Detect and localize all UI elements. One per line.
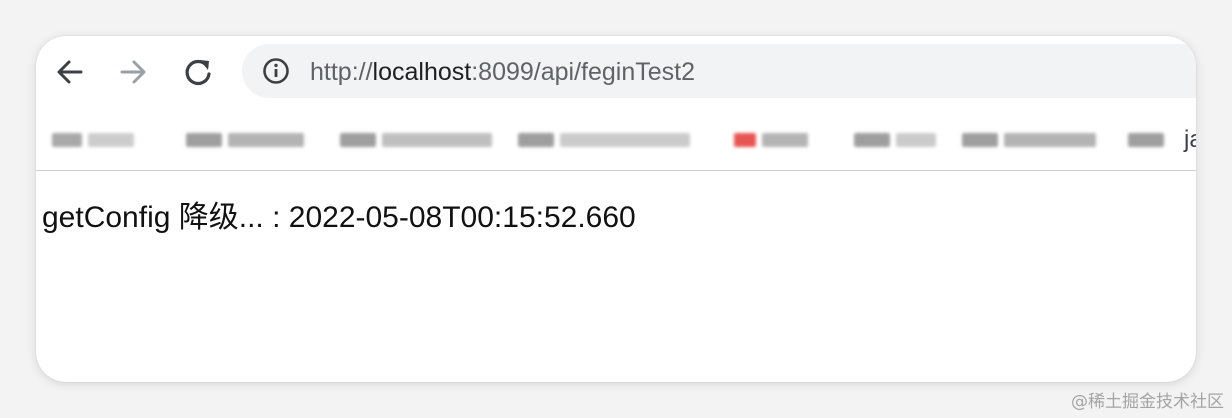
- address-bar[interactable]: http://localhost:8099/api/feginTest2: [242, 44, 1196, 98]
- back-button[interactable]: [50, 52, 90, 92]
- bookmarks-bar: ja: [36, 112, 1196, 168]
- toolbar-divider: [36, 170, 1196, 171]
- refresh-icon: [185, 59, 211, 86]
- arrow-right-icon: [120, 60, 146, 84]
- url-rest: :8099/api/feginTest2: [471, 58, 695, 86]
- bookmark-item[interactable]: [962, 130, 1096, 150]
- info-circle-icon[interactable]: [262, 57, 290, 85]
- bookmark-item[interactable]: [518, 130, 690, 150]
- url-text[interactable]: http://localhost:8099/api/feginTest2: [310, 58, 695, 86]
- bookmark-item[interactable]: [734, 130, 808, 150]
- bookmark-item[interactable]: [340, 130, 492, 150]
- forward-button[interactable]: [113, 52, 153, 92]
- url-host: localhost: [372, 58, 472, 86]
- page-body-text: getConfig 降级... : 2022-05-08T00:15:52.66…: [42, 201, 636, 234]
- browser-window: http://localhost:8099/api/feginTest2 j g…: [36, 36, 1196, 382]
- bookmark-item[interactable]: [1128, 130, 1164, 150]
- watermark: @稀土掘金技术社区: [1071, 392, 1224, 412]
- browser-toolbar: http://localhost:8099/api/feginTest2: [36, 36, 1196, 108]
- url-prefix: http://: [310, 58, 373, 86]
- reload-button[interactable]: [178, 52, 218, 92]
- bookmark-item[interactable]: [186, 130, 304, 150]
- bookmark-item[interactable]: [854, 130, 936, 150]
- arrow-left-icon: [57, 60, 83, 84]
- bookmark-item-truncated[interactable]: ja: [1184, 126, 1196, 154]
- bookmark-item[interactable]: [52, 130, 134, 150]
